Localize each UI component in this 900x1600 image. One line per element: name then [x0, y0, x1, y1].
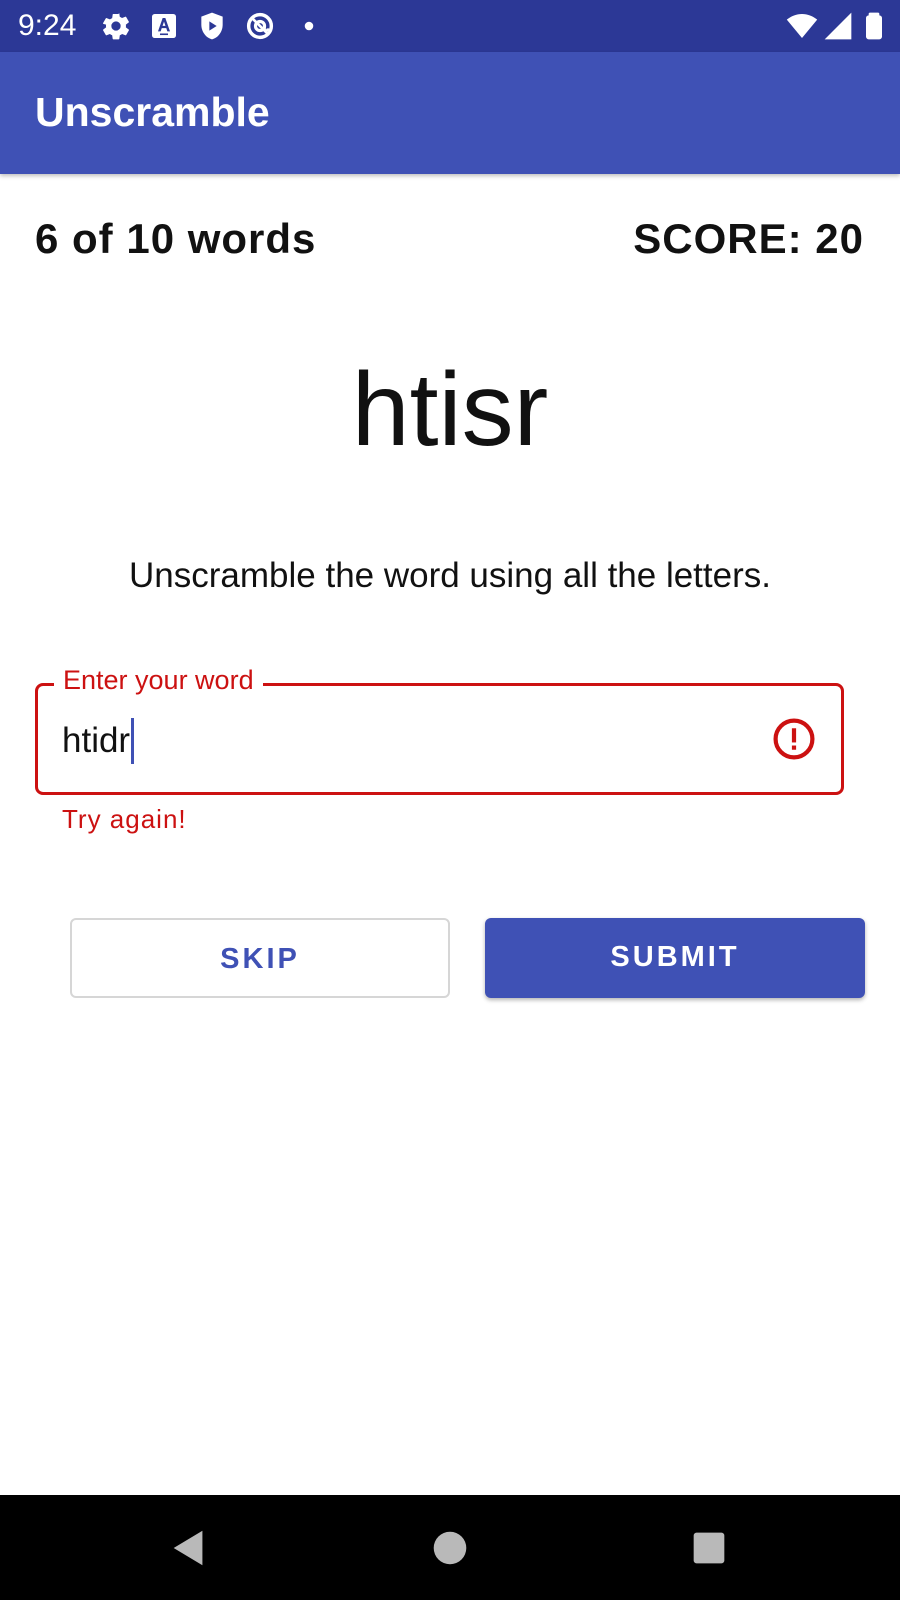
- scrambled-word: htisr: [351, 352, 549, 468]
- dot-icon: [293, 10, 325, 42]
- home-icon[interactable]: [427, 1525, 473, 1571]
- text-cursor: [131, 718, 135, 764]
- shield-play-icon: [196, 10, 228, 42]
- battery-icon: [858, 10, 890, 42]
- app-title: Unscramble: [35, 89, 270, 135]
- at-sign-icon: [244, 10, 276, 42]
- instructions: Unscramble the word using all the letter…: [129, 556, 771, 595]
- skip-button[interactable]: SKIP: [70, 918, 450, 998]
- error-text: Try again!: [62, 804, 187, 834]
- word-input-value: htidr: [62, 721, 131, 760]
- word-count: 6 of 10 words: [35, 215, 317, 262]
- recents-icon[interactable]: [686, 1525, 732, 1571]
- score: SCORE: 20: [633, 215, 864, 262]
- signal-icon: [822, 10, 854, 42]
- word-input-label: Enter your word: [54, 664, 263, 696]
- screen: 9:24 Unscramble 6 of 10 words SCORE: 20 …: [0, 0, 900, 1600]
- back-icon[interactable]: [166, 1525, 212, 1571]
- word-input-field[interactable]: Enter your word htidr: [35, 664, 844, 795]
- wifi-icon: [786, 10, 818, 42]
- submit-button[interactable]: SUBMIT: [485, 918, 865, 998]
- navigation-bar: [0, 1495, 900, 1600]
- status-bar: 9:24: [0, 0, 900, 52]
- app-bar: Unscramble: [0, 52, 900, 174]
- gear-icon: [100, 10, 132, 42]
- word-input[interactable]: htidr: [62, 718, 135, 764]
- status-time: 9:24: [18, 9, 77, 42]
- error-icon: [771, 716, 817, 762]
- font-a-icon: [148, 10, 180, 42]
